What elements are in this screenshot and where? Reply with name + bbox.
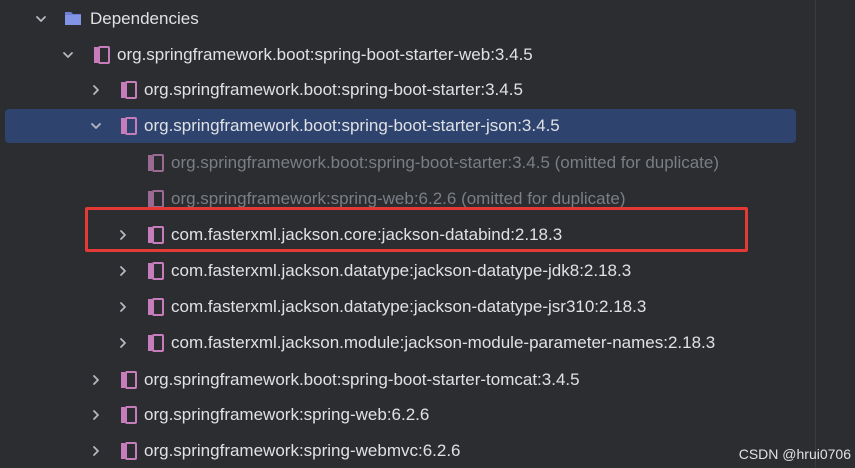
library-icon (94, 46, 110, 64)
library-icon (121, 371, 137, 389)
library-icon (148, 154, 164, 172)
tree-row-spring-boot-starter-json[interactable]: org.springframework.boot:spring-boot-sta… (5, 109, 796, 143)
library-icon (148, 262, 164, 280)
chevron-down-icon[interactable] (61, 48, 75, 62)
scrollbar-gutter[interactable] (815, 0, 816, 468)
chevron-right-icon[interactable] (89, 83, 103, 97)
tree-row-spring-boot-starter-tomcat[interactable]: org.springframework.boot:spring-boot-sta… (0, 365, 820, 395)
tree-row-dependencies[interactable]: Dependencies (0, 4, 820, 34)
chevron-right-icon[interactable] (116, 264, 130, 278)
chevron-right-icon[interactable] (116, 300, 130, 314)
tree-row-label: com.fasterxml.jackson.datatype:jackson-d… (171, 297, 647, 316)
library-icon (121, 117, 137, 135)
library-icon (148, 190, 164, 208)
tree-row-label: org.springframework:spring-web:6.2.6 (144, 405, 430, 424)
chevron-right-icon[interactable] (116, 336, 130, 350)
tree-row-spring-webmvc[interactable]: org.springframework:spring-webmvc:6.2.6 (0, 436, 820, 466)
library-icon (121, 81, 137, 99)
tree-row-label: org.springframework.boot:spring-boot-sta… (144, 80, 523, 99)
chevron-down-icon[interactable] (34, 12, 48, 26)
tree-row-jackson-datatype-jdk8[interactable]: com.fasterxml.jackson.datatype:jackson-d… (0, 256, 820, 286)
tree-row-label: org.springframework.boot:spring-boot-sta… (171, 153, 720, 172)
folder-icon (65, 12, 81, 25)
tree-row-label: com.fasterxml.jackson.module:jackson-mod… (171, 333, 716, 352)
library-icon (121, 406, 137, 424)
chevron-right-icon[interactable] (89, 444, 103, 458)
library-icon (148, 298, 164, 316)
chevron-right-icon[interactable] (89, 373, 103, 387)
tree-row-omitted-spring-boot-starter[interactable]: org.springframework.boot:spring-boot-sta… (0, 148, 820, 178)
tree-row-spring-boot-starter[interactable]: org.springframework.boot:spring-boot-sta… (0, 75, 820, 105)
tree-row-label: com.fasterxml.jackson.datatype:jackson-d… (171, 261, 632, 280)
library-icon (121, 442, 137, 460)
tree-row-jackson-module-parameter-names[interactable]: com.fasterxml.jackson.module:jackson-mod… (0, 328, 820, 358)
tree-row-label: org.springframework.boot:spring-boot-sta… (144, 116, 560, 135)
tree-row-label: Dependencies (90, 9, 199, 28)
tree-row-spring-web[interactable]: org.springframework:spring-web:6.2.6 (0, 400, 820, 430)
tree-row-label: org.springframework.boot:spring-boot-sta… (117, 45, 533, 64)
chevron-down-icon[interactable] (89, 119, 103, 133)
library-icon (148, 334, 164, 352)
tree-row-label: org.springframework.boot:spring-boot-sta… (144, 370, 580, 389)
watermark: CSDN @hrui0706 (738, 446, 851, 462)
tree-row-spring-boot-starter-web[interactable]: org.springframework.boot:spring-boot-sta… (0, 40, 820, 70)
tree-row-jackson-datatype-jsr310[interactable]: com.fasterxml.jackson.datatype:jackson-d… (0, 292, 820, 322)
chevron-right-icon[interactable] (89, 408, 103, 422)
tree-row-label: org.springframework:spring-webmvc:6.2.6 (144, 441, 461, 460)
highlight-box (85, 207, 748, 252)
